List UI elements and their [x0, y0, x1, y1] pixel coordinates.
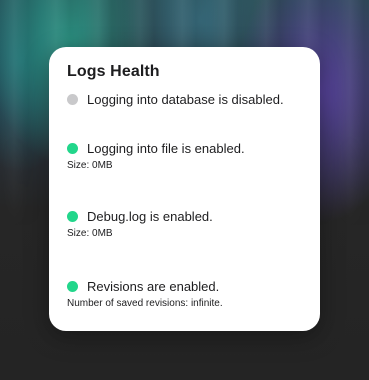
logs-health-widget: Logs Health Logging into database is dis… [49, 47, 320, 331]
widget-title: Logs Health [67, 63, 160, 80]
status-item-revisions: Revisions are enabled. Number of saved r… [67, 277, 310, 309]
status-detail: Number of saved revisions: infinite. [67, 298, 223, 309]
status-detail: Size: 0MB [67, 160, 113, 171]
status-item-file-logging: Logging into file is enabled. Size: 0MB [67, 139, 310, 171]
status-label: Debug.log is enabled. [87, 208, 213, 224]
status-detail: Size: 0MB [67, 228, 113, 239]
status-label: Logging into database is disabled. [87, 91, 284, 107]
status-dot-icon [67, 93, 78, 105]
status-item-debug-log: Debug.log is enabled. Size: 0MB [67, 207, 310, 239]
status-dot-icon [67, 142, 78, 154]
status-label: Logging into file is enabled. [87, 140, 245, 156]
status-dot-icon [67, 280, 78, 292]
status-label: Revisions are enabled. [87, 278, 220, 294]
status-dot-icon [67, 210, 78, 222]
status-item-database-logging: Logging into database is disabled. [67, 90, 310, 108]
